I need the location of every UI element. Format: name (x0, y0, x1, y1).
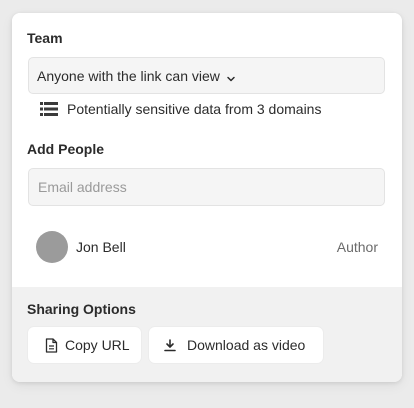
download-icon (162, 337, 178, 353)
download-video-button[interactable]: Download as video (149, 327, 323, 363)
person-row: Jon Bell Author (36, 231, 378, 263)
team-heading: Team (27, 30, 63, 46)
sensitive-data-note: Potentially sensitive data from 3 domain… (40, 99, 321, 119)
copy-url-label: Copy URL (65, 337, 130, 353)
person-name: Jon Bell (76, 239, 126, 255)
share-settings-section: Team Anyone with the link can view Poten… (12, 13, 402, 287)
copy-url-button[interactable]: Copy URL (28, 327, 141, 363)
document-icon (43, 337, 59, 353)
link-access-value: Anyone with the link can view (37, 67, 220, 84)
sharing-options-heading: Sharing Options (27, 301, 136, 317)
link-access-select[interactable]: Anyone with the link can view (28, 57, 385, 94)
avatar (36, 231, 68, 263)
share-dialog: Team Anyone with the link can view Poten… (12, 13, 402, 382)
chevron-down-icon (226, 71, 236, 81)
download-video-label: Download as video (187, 337, 306, 353)
add-people-heading: Add People (27, 141, 105, 157)
person-role: Author (336, 239, 378, 255)
sensitive-data-text: Potentially sensitive data from 3 domain… (67, 101, 322, 117)
server-stack-icon (40, 102, 58, 116)
email-address-input[interactable] (28, 168, 385, 206)
